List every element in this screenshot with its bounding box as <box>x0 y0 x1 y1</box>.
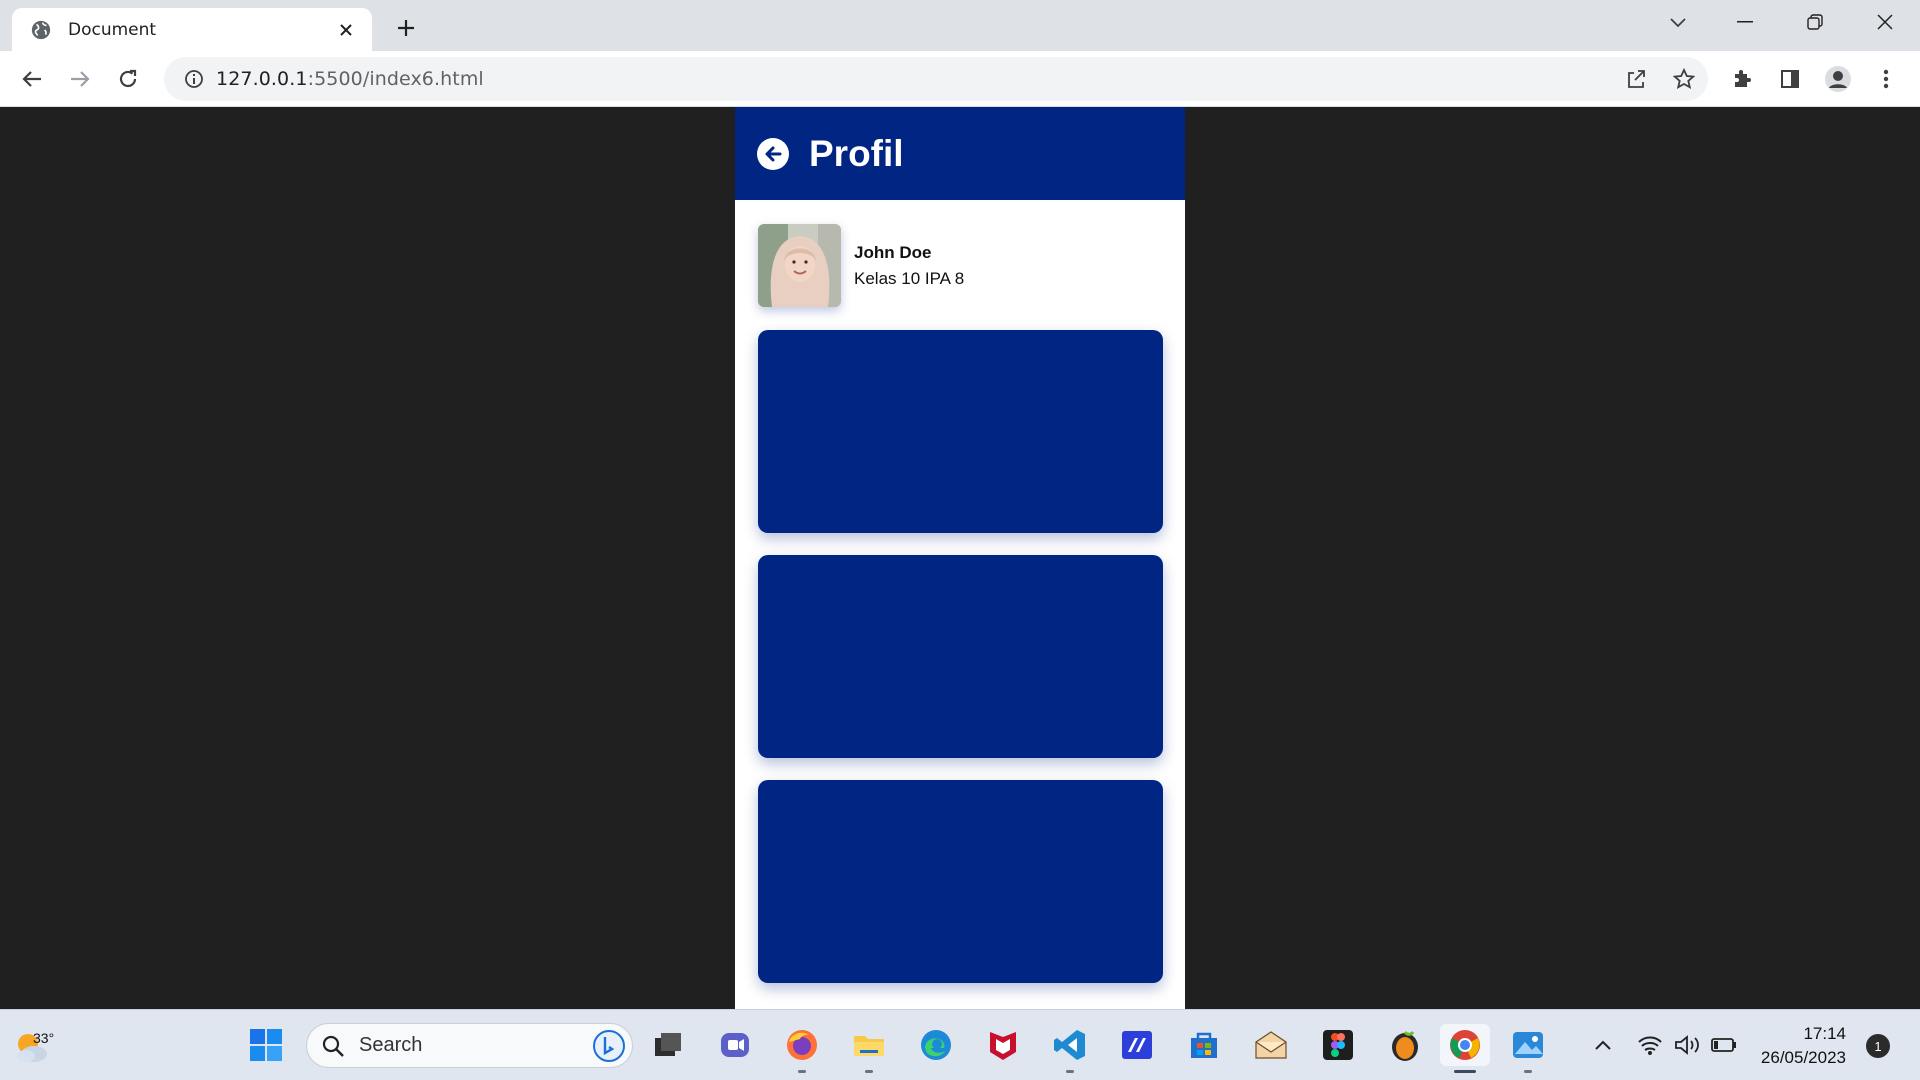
visual-studio-icon[interactable] <box>1116 1024 1158 1066</box>
menu-card[interactable] <box>758 330 1163 533</box>
tray-chevron-up-icon[interactable] <box>1583 1024 1623 1066</box>
extensions-icon[interactable] <box>1724 61 1760 97</box>
profile-avatar-icon[interactable] <box>1820 61 1856 97</box>
globe-icon <box>31 20 51 39</box>
search-label: Search <box>359 1034 423 1056</box>
profile-class: Kelas 10 IPA 8 <box>854 268 965 288</box>
running-indicator <box>1066 1070 1074 1073</box>
folder-icon[interactable] <box>848 1024 890 1073</box>
active-indicator <box>1454 1070 1476 1073</box>
taskbar-search[interactable]: Search <box>306 1023 633 1068</box>
page-title: Profil <box>809 132 904 174</box>
reload-icon[interactable] <box>110 61 146 97</box>
mobile-app-frame: Profil John Doe Kelas 10 IPA 8 <box>735 107 1185 1009</box>
notification-badge[interactable]: 1 <box>1866 1034 1890 1058</box>
back-icon[interactable] <box>14 61 50 97</box>
close-window-icon[interactable] <box>1850 0 1920 44</box>
clock-date: 26/05/2023 <box>1760 1048 1846 1067</box>
battery-icon[interactable] <box>1704 1024 1744 1066</box>
url-text: 127.0.0.1:5500/index6.html <box>216 68 484 90</box>
window-controls <box>1710 0 1920 44</box>
side-panel-icon[interactable] <box>1772 61 1808 97</box>
share-icon[interactable] <box>1612 57 1660 101</box>
fl-studio-icon[interactable] <box>1384 1024 1426 1066</box>
url-host: 127.0.0.1 <box>216 68 308 90</box>
taskbar: 33° Search 17:14 26/05/2023 1 <box>0 1009 1920 1080</box>
edge-icon[interactable] <box>915 1024 957 1066</box>
photos-icon[interactable] <box>1507 1024 1549 1073</box>
system-clock[interactable]: 17:14 26/05/2023 <box>1756 1022 1846 1070</box>
task-view-icon[interactable] <box>647 1024 689 1066</box>
running-indicator <box>798 1070 806 1073</box>
address-bar[interactable]: 127.0.0.1:5500/index6.html <box>164 57 1708 101</box>
firefox-icon[interactable] <box>781 1024 823 1073</box>
email-icon[interactable] <box>1250 1024 1292 1066</box>
site-info-icon[interactable] <box>172 57 216 101</box>
browser-toolbar: 127.0.0.1:5500/index6.html <box>0 51 1920 107</box>
vscode-icon[interactable] <box>1049 1024 1091 1073</box>
back-arrow-icon[interactable] <box>757 137 789 170</box>
figma-icon[interactable] <box>1317 1024 1359 1066</box>
bookmark-star-icon[interactable] <box>1660 57 1708 101</box>
volume-icon[interactable] <box>1668 1024 1708 1066</box>
chrome-icon[interactable] <box>1440 1024 1490 1073</box>
microsoft-store-icon[interactable] <box>1183 1024 1225 1066</box>
browser-tabstrip: Document <box>0 0 1920 51</box>
tab-title: Document <box>68 19 157 40</box>
avatar <box>758 224 841 307</box>
mcafee-icon[interactable] <box>982 1024 1024 1066</box>
menu-card[interactable] <box>758 780 1163 983</box>
omnibox-actions <box>1612 57 1708 101</box>
clock-time: 17:14 <box>1803 1024 1846 1043</box>
profile-text: John Doe Kelas 10 IPA 8 <box>854 243 964 289</box>
menu-card[interactable] <box>758 555 1163 758</box>
weather-widget[interactable]: 33° <box>12 1020 62 1070</box>
running-indicator <box>1524 1070 1532 1073</box>
forward-icon[interactable] <box>62 61 98 97</box>
wifi-icon[interactable] <box>1630 1024 1670 1066</box>
search-icon <box>322 1035 344 1057</box>
close-tab-icon[interactable] <box>332 16 360 44</box>
profile-summary: John Doe Kelas 10 IPA 8 <box>758 224 964 307</box>
teams-icon[interactable] <box>714 1024 756 1066</box>
windows-start-icon[interactable] <box>245 1024 287 1066</box>
restore-icon[interactable] <box>1780 0 1850 44</box>
app-header: Profil <box>735 107 1185 200</box>
minimize-icon[interactable] <box>1710 0 1780 44</box>
running-indicator <box>865 1070 873 1073</box>
menu-kebab-icon[interactable] <box>1868 61 1904 97</box>
weather-temp: 33° <box>33 1030 55 1046</box>
browser-tab[interactable]: Document <box>12 8 372 51</box>
url-path: :5500/index6.html <box>307 68 484 90</box>
new-tab-icon[interactable] <box>390 12 422 44</box>
page-viewport: Profil John Doe Kelas 10 IPA 8 <box>0 107 1920 1009</box>
profile-name: John Doe <box>854 242 932 262</box>
tab-search-chevron-icon[interactable] <box>1660 6 1696 40</box>
bing-icon[interactable] <box>592 1029 626 1063</box>
